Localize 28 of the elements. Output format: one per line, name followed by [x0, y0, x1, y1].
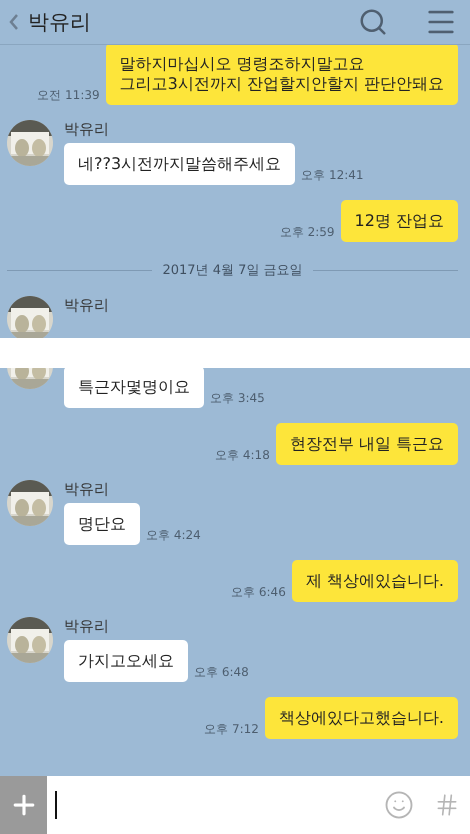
emoji-icon[interactable] [384, 790, 414, 820]
received-message: 네??3시전까지말씀해주세요 [64, 143, 296, 185]
date-divider-text: 2017년 4월 7일 금요일 [162, 262, 303, 279]
search-icon[interactable] [358, 7, 388, 37]
message-time: 오후 6:46 [231, 584, 286, 601]
sent-message: 제 책상에있습니다. [292, 560, 458, 602]
received-message: 가지고오세요 [64, 640, 188, 682]
message-time: 오후 4:18 [215, 447, 270, 464]
sent-message: 12명 잔업요 [340, 200, 458, 242]
sent-message: 현장전부 내일 특근요 [276, 423, 458, 465]
sent-message: 책상에있다고했습니다. [264, 697, 458, 739]
received-message: 특근자몇명이요 [64, 368, 204, 408]
sender-name: 박유리 [64, 120, 110, 139]
message-time: 오후 3:45 [210, 390, 265, 407]
sent-message: 말하지마십시오 명령조하지말고요 그리고3시전까지 잔업할지안할지 판단안돼요 [106, 45, 458, 105]
plus-button[interactable] [0, 776, 47, 834]
chat-title: 박유리 [28, 9, 92, 36]
back-icon[interactable] [8, 12, 20, 32]
message-time: 오후 7:12 [204, 721, 259, 738]
message-time: 오후 6:48 [194, 664, 249, 681]
received-message: 명단요 [64, 503, 140, 545]
sender-name: 박유리 [64, 617, 110, 636]
message-time: 오후 2:59 [280, 224, 335, 241]
message-time: 오후 4:24 [146, 527, 201, 544]
sender-name: 박유리 [64, 480, 110, 499]
message-time: 오전 11:39 [37, 87, 100, 104]
message-time: 오후 12:41 [301, 167, 364, 184]
sender-name: 박유리 [64, 296, 109, 315]
